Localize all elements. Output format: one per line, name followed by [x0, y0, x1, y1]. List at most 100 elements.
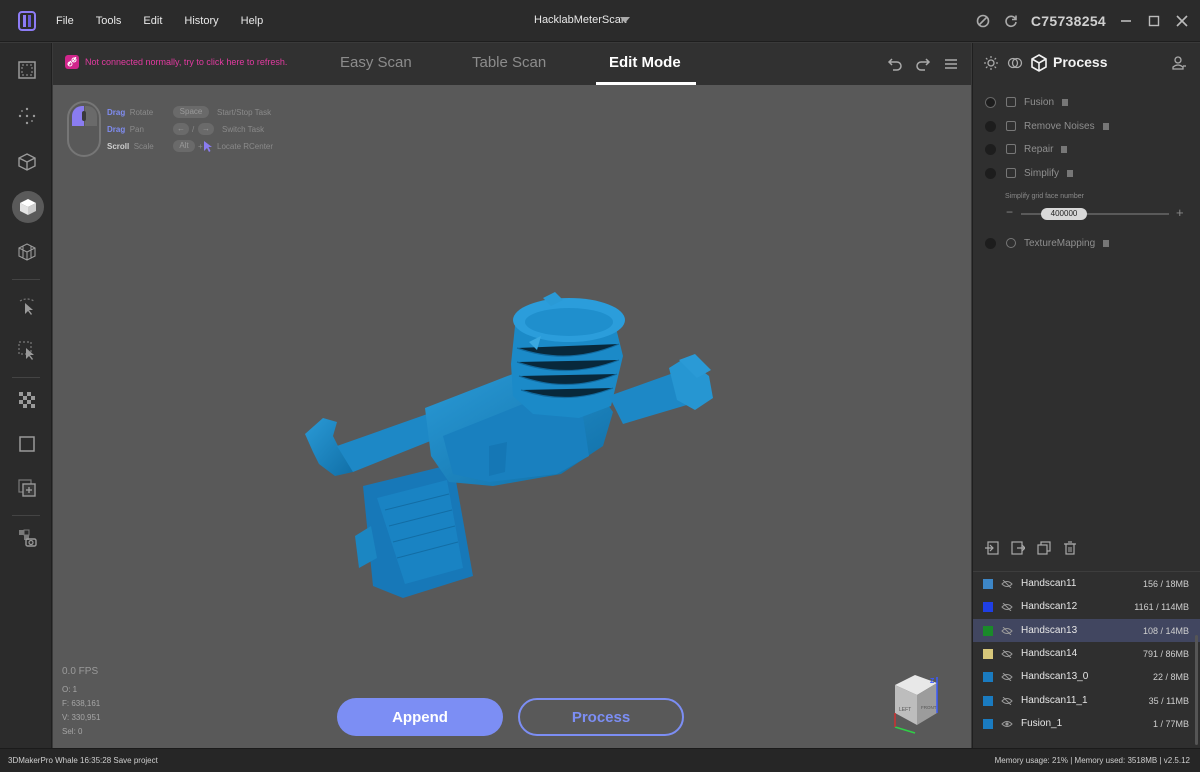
connection-warning[interactable]: Not connected normally, try to click her…: [65, 55, 287, 69]
3d-viewport[interactable]: Not connected normally, try to click her…: [53, 43, 971, 748]
close-icon[interactable]: [1174, 13, 1190, 29]
key-alt: Alt: [173, 140, 195, 152]
process-button[interactable]: Process: [518, 698, 684, 736]
eye-off-icon[interactable]: [1001, 579, 1013, 588]
simplify-slider-value[interactable]: 400000: [1041, 208, 1087, 220]
slider-increase-button[interactable]: +: [1176, 205, 1184, 220]
layer-name: Handscan11: [1021, 578, 1077, 589]
eye-off-icon[interactable]: [1001, 626, 1013, 635]
layer-list-scrollbar[interactable]: [1195, 635, 1198, 745]
hint-rotate: Drag Rotate: [107, 108, 154, 117]
step-radio[interactable]: [985, 96, 996, 108]
duplicate-icon[interactable]: [1037, 541, 1051, 555]
tab-edit-mode[interactable]: Edit Mode: [609, 54, 681, 71]
maximize-icon[interactable]: [1146, 13, 1162, 29]
point-cloud-icon[interactable]: [12, 101, 42, 131]
arrow-left-key-icon: ←: [173, 123, 189, 135]
step-repair[interactable]: Repair: [985, 139, 1068, 159]
tab-table-scan[interactable]: Table Scan: [472, 54, 546, 71]
import-icon[interactable]: [985, 541, 999, 555]
layer-color-swatch[interactable]: [983, 578, 993, 589]
object-count: O: 1: [62, 685, 78, 694]
layer-row[interactable]: Handscan11 156 / 18MB: [973, 572, 1200, 595]
step-texture-mapping[interactable]: TextureMapping: [985, 233, 1110, 253]
menu-edit[interactable]: Edit: [143, 15, 162, 27]
slider-decrease-button[interactable]: −: [1006, 205, 1013, 219]
navigation-cube[interactable]: LEFT FRONT Z: [885, 671, 945, 735]
layer-row[interactable]: Fusion_1 1 / 77MB: [973, 712, 1200, 735]
viewport-actions: [887, 56, 959, 72]
layer-row-selected[interactable]: Handscan13 108 / 14MB: [973, 619, 1200, 642]
step-label: Repair: [1024, 143, 1054, 155]
step-radio[interactable]: [985, 167, 996, 179]
wireframe-cube-icon[interactable]: [12, 147, 42, 177]
select-arrow-icon[interactable]: [12, 291, 42, 321]
layer-size: 22 / 8MB: [1152, 671, 1189, 682]
layer-name: Fusion_1: [1021, 718, 1063, 729]
export-icon[interactable]: [1011, 541, 1025, 555]
scanned-mesh-model[interactable]: [293, 286, 713, 606]
trash-icon[interactable]: [1063, 541, 1077, 555]
step-radio[interactable]: [985, 120, 996, 132]
comment-icon: [1067, 169, 1074, 177]
comment-icon: [1103, 239, 1110, 247]
chevron-down-icon[interactable]: [620, 17, 630, 23]
eye-off-icon[interactable]: [1001, 672, 1013, 681]
layer-row[interactable]: Handscan12 1161 / 114MB: [973, 595, 1200, 618]
status-bar: 3DMakerPro Whale 16:35:28 Save project M…: [0, 748, 1200, 772]
mesh-cube-icon[interactable]: [12, 237, 42, 267]
layer-color-swatch[interactable]: [983, 601, 993, 612]
menu-icon[interactable]: [943, 56, 959, 72]
fusion-icon: [1006, 97, 1016, 107]
sun-icon[interactable]: [983, 55, 999, 71]
comment-icon: [1062, 98, 1069, 106]
crop-icon[interactable]: [12, 429, 42, 459]
menu-bar: File Tools Edit History Help: [56, 0, 285, 42]
step-simplify[interactable]: Simplify: [985, 163, 1074, 183]
link-broken-icon: [65, 55, 79, 69]
menu-help[interactable]: Help: [241, 15, 264, 27]
eye-icon[interactable]: [1001, 720, 1013, 728]
step-label: Remove Noises: [1024, 120, 1095, 132]
project-name[interactable]: HacklabMeterScan: [534, 14, 627, 26]
step-radio[interactable]: [985, 143, 996, 155]
eye-off-icon[interactable]: [1001, 696, 1013, 705]
mouse-icon: [67, 101, 101, 157]
overlap-icon[interactable]: [1007, 55, 1023, 71]
layer-color-swatch[interactable]: [983, 648, 993, 659]
layer-row[interactable]: Handscan14 791 / 86MB: [973, 642, 1200, 665]
menu-file[interactable]: File: [56, 15, 74, 27]
snapshot-icon[interactable]: [12, 523, 42, 553]
undo-icon[interactable]: [887, 56, 903, 72]
user-icon[interactable]: [1171, 55, 1187, 71]
step-remove-noises[interactable]: Remove Noises: [985, 116, 1109, 136]
hint-locate-rcenter: Locate RCenter: [217, 142, 274, 151]
eye-off-icon[interactable]: [1001, 649, 1013, 658]
link-off-icon[interactable]: [975, 13, 991, 29]
add-layer-icon[interactable]: [12, 473, 42, 503]
process-panel-header: Process: [973, 43, 1200, 83]
step-fusion[interactable]: Fusion: [985, 92, 1069, 112]
layer-color-swatch[interactable]: [983, 671, 993, 682]
refresh-icon[interactable]: [1003, 13, 1019, 29]
frame-icon[interactable]: [12, 55, 42, 85]
layer-color-swatch[interactable]: [983, 695, 993, 706]
hint-scale: Scroll Scale: [107, 142, 154, 151]
tab-easy-scan[interactable]: Easy Scan: [340, 54, 412, 71]
layer-row[interactable]: Handscan11_1 35 / 11MB: [973, 689, 1200, 712]
minimize-icon[interactable]: [1118, 13, 1134, 29]
checker-icon[interactable]: [12, 385, 42, 415]
menu-history[interactable]: History: [184, 15, 218, 27]
menu-tools[interactable]: Tools: [96, 15, 122, 27]
redo-icon[interactable]: [915, 56, 931, 72]
layer-color-swatch[interactable]: [983, 718, 993, 729]
layer-name: Handscan11_1: [1021, 695, 1088, 706]
append-button[interactable]: Append: [337, 698, 503, 736]
layer-color-swatch[interactable]: [983, 625, 993, 636]
box-select-icon[interactable]: [12, 335, 42, 365]
eye-off-icon[interactable]: [1001, 602, 1013, 611]
solid-cube-icon[interactable]: [12, 191, 44, 223]
step-radio[interactable]: [985, 237, 996, 249]
device-id: C75738254: [1030, 13, 1106, 29]
layer-row[interactable]: Handscan13_0 22 / 8MB: [973, 665, 1200, 688]
